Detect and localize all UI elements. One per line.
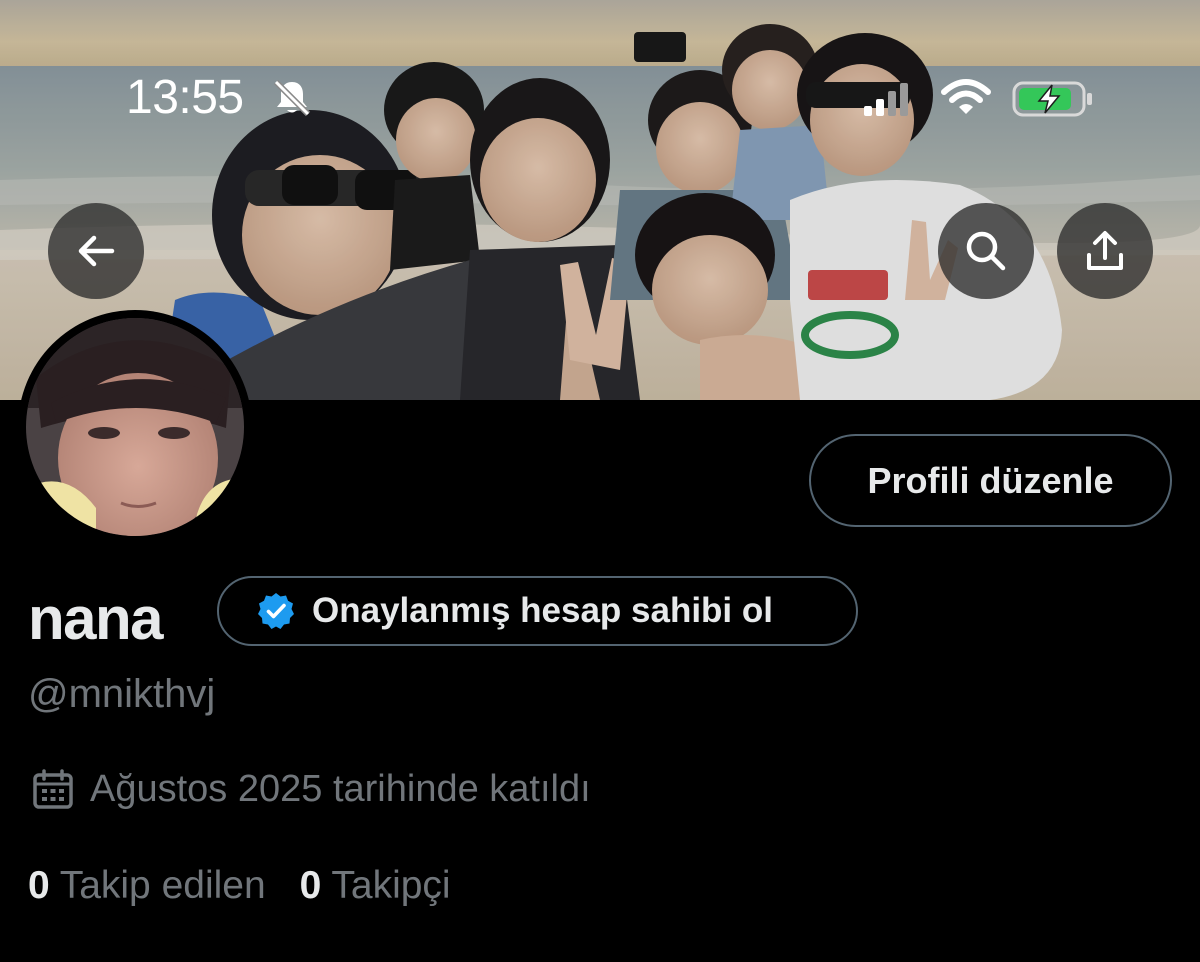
following-link[interactable]: 0 Takip edilen bbox=[28, 858, 266, 914]
display-name: nana bbox=[28, 585, 164, 652]
bell-slash-icon bbox=[273, 79, 311, 117]
calendar-icon bbox=[33, 768, 73, 809]
get-verified-button[interactable]: Onaylanmış hesap sahibi ol bbox=[217, 576, 858, 646]
followers-link[interactable]: 0 Takipçi bbox=[300, 858, 451, 914]
follow-stats: 0 Takip edilen 0 Takipçi bbox=[28, 858, 451, 914]
followers-count: 0 bbox=[299, 864, 322, 907]
status-time: 13:55 bbox=[126, 71, 244, 124]
joined-text: Ağustos 2025 tarihinde katıldı bbox=[90, 768, 591, 810]
share-button[interactable] bbox=[1057, 203, 1153, 299]
search-button[interactable] bbox=[938, 203, 1034, 299]
following-label: Takip edilen bbox=[59, 864, 266, 907]
search-icon bbox=[966, 231, 1006, 271]
back-button[interactable] bbox=[48, 203, 144, 299]
user-handle: @mnikthvj bbox=[28, 672, 216, 716]
joined-date: Ağustos 2025 tarihinde katıldı bbox=[32, 768, 591, 811]
verified-badge-icon bbox=[258, 593, 294, 629]
wifi-icon bbox=[941, 79, 991, 114]
battery-charging-icon bbox=[1012, 81, 1092, 117]
arrow-left-icon bbox=[78, 235, 115, 267]
cellular-signal-icon bbox=[864, 83, 908, 116]
avatar-image bbox=[26, 318, 244, 536]
share-upload-icon bbox=[1087, 231, 1123, 270]
avatar[interactable] bbox=[18, 310, 252, 544]
following-count: 0 bbox=[28, 864, 50, 907]
edit-profile-button[interactable]: Profili düzenle bbox=[809, 434, 1172, 527]
get-verified-label: Onaylanmış hesap sahibi ol bbox=[312, 591, 773, 630]
followers-label: Takipçi bbox=[331, 864, 451, 907]
